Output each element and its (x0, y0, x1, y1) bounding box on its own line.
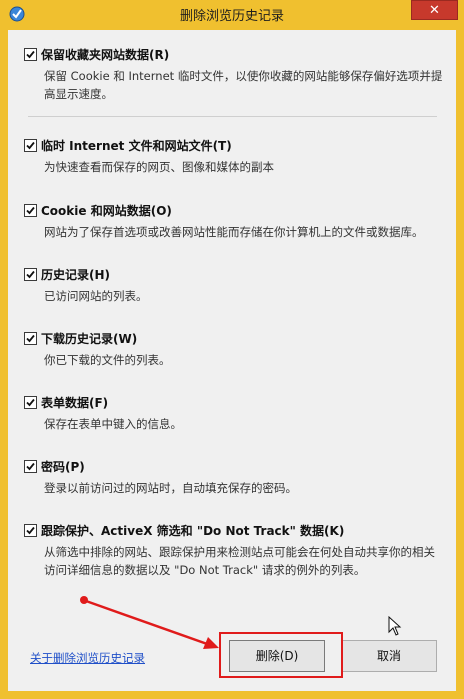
option-label: 临时 Internet 文件和网站文件(T) (41, 139, 232, 153)
option-description: 已访问网站的列表。 (44, 289, 148, 303)
cookies-checkbox[interactable] (24, 204, 37, 217)
dialog-body: 保留收藏夹网站数据(R) 保留 Cookie 和 Internet 临时文件，以… (8, 30, 456, 691)
option-label: 跟踪保护、ActiveX 筛选和 "Do Not Track" 数据(K) (41, 524, 345, 538)
checkmark-icon (26, 141, 35, 150)
divider (28, 116, 437, 117)
option-temp-files: 临时 Internet 文件和网站文件(T) 为快速查看而保存的网页、图像和媒体… (24, 137, 444, 176)
close-button[interactable]: ✕ (411, 0, 458, 20)
option-label: 下载历史记录(W) (41, 332, 138, 346)
option-label: 表单数据(F) (41, 396, 109, 410)
help-link[interactable]: 关于删除浏览历史记录 (30, 650, 145, 666)
option-label: 保留收藏夹网站数据(R) (41, 48, 170, 62)
option-description: 保存在表单中键入的信息。 (44, 417, 182, 431)
option-description: 你已下载的文件的列表。 (44, 353, 171, 367)
delete-button[interactable]: 删除(D) (229, 640, 325, 672)
option-passwords: 密码(P) 登录以前访问过的网站时，自动填充保存的密码。 (24, 458, 444, 497)
option-description: 从筛选中排除的网站、跟踪保护用来检测站点可能会在何处自动共享你的相关访问详细信息… (44, 545, 435, 577)
option-label: 密码(P) (41, 460, 85, 474)
option-form-data: 表单数据(F) 保存在表单中键入的信息。 (24, 394, 444, 433)
cancel-button[interactable]: 取消 (341, 640, 437, 672)
option-tracking-protection: 跟踪保护、ActiveX 筛选和 "Do Not Track" 数据(K) 从筛… (24, 522, 444, 579)
history-checkbox[interactable] (24, 268, 37, 281)
download-history-checkbox[interactable] (24, 332, 37, 345)
checkmark-icon (26, 526, 35, 535)
option-cookies: Cookie 和网站数据(O) 网站为了保存首选项或改善网站性能而存储在你计算机… (24, 202, 444, 241)
temp-files-checkbox[interactable] (24, 139, 37, 152)
form-data-checkbox[interactable] (24, 396, 37, 409)
option-history: 历史记录(H) 已访问网站的列表。 (24, 266, 444, 305)
option-download-history: 下载历史记录(W) 你已下载的文件的列表。 (24, 330, 444, 369)
window-title: 删除浏览历史记录 (179, 9, 284, 24)
checkmark-icon (26, 50, 35, 59)
option-label: Cookie 和网站数据(O) (41, 204, 172, 218)
tracking-protection-checkbox[interactable] (24, 524, 37, 537)
close-icon: ✕ (429, 3, 440, 18)
mouse-pointer-icon (388, 616, 402, 636)
preserve-favorites-checkbox[interactable] (24, 48, 37, 61)
checkmark-icon (26, 334, 35, 343)
option-description: 保留 Cookie 和 Internet 临时文件，以使你收藏的网站能够保存偏好… (44, 69, 443, 101)
title-bar: 删除浏览历史记录 ✕ (0, 0, 464, 28)
option-description: 为快速查看而保存的网页、图像和媒体的副本 (44, 160, 274, 174)
passwords-checkbox[interactable] (24, 460, 37, 473)
checkmark-icon (26, 270, 35, 279)
option-description: 登录以前访问过的网站时，自动填充保存的密码。 (44, 481, 297, 495)
checkmark-icon (26, 206, 35, 215)
checkmark-icon (26, 398, 35, 407)
option-label: 历史记录(H) (41, 268, 111, 282)
option-preserve-favorites: 保留收藏夹网站数据(R) 保留 Cookie 和 Internet 临时文件，以… (24, 46, 444, 103)
checkmark-icon (26, 462, 35, 471)
option-description: 网站为了保存首选项或改善网站性能而存储在你计算机上的文件或数据库。 (44, 225, 424, 239)
delete-browsing-history-dialog: 删除浏览历史记录 ✕ 保留收藏夹网站数据(R) 保留 Cookie 和 Inte… (0, 0, 464, 699)
